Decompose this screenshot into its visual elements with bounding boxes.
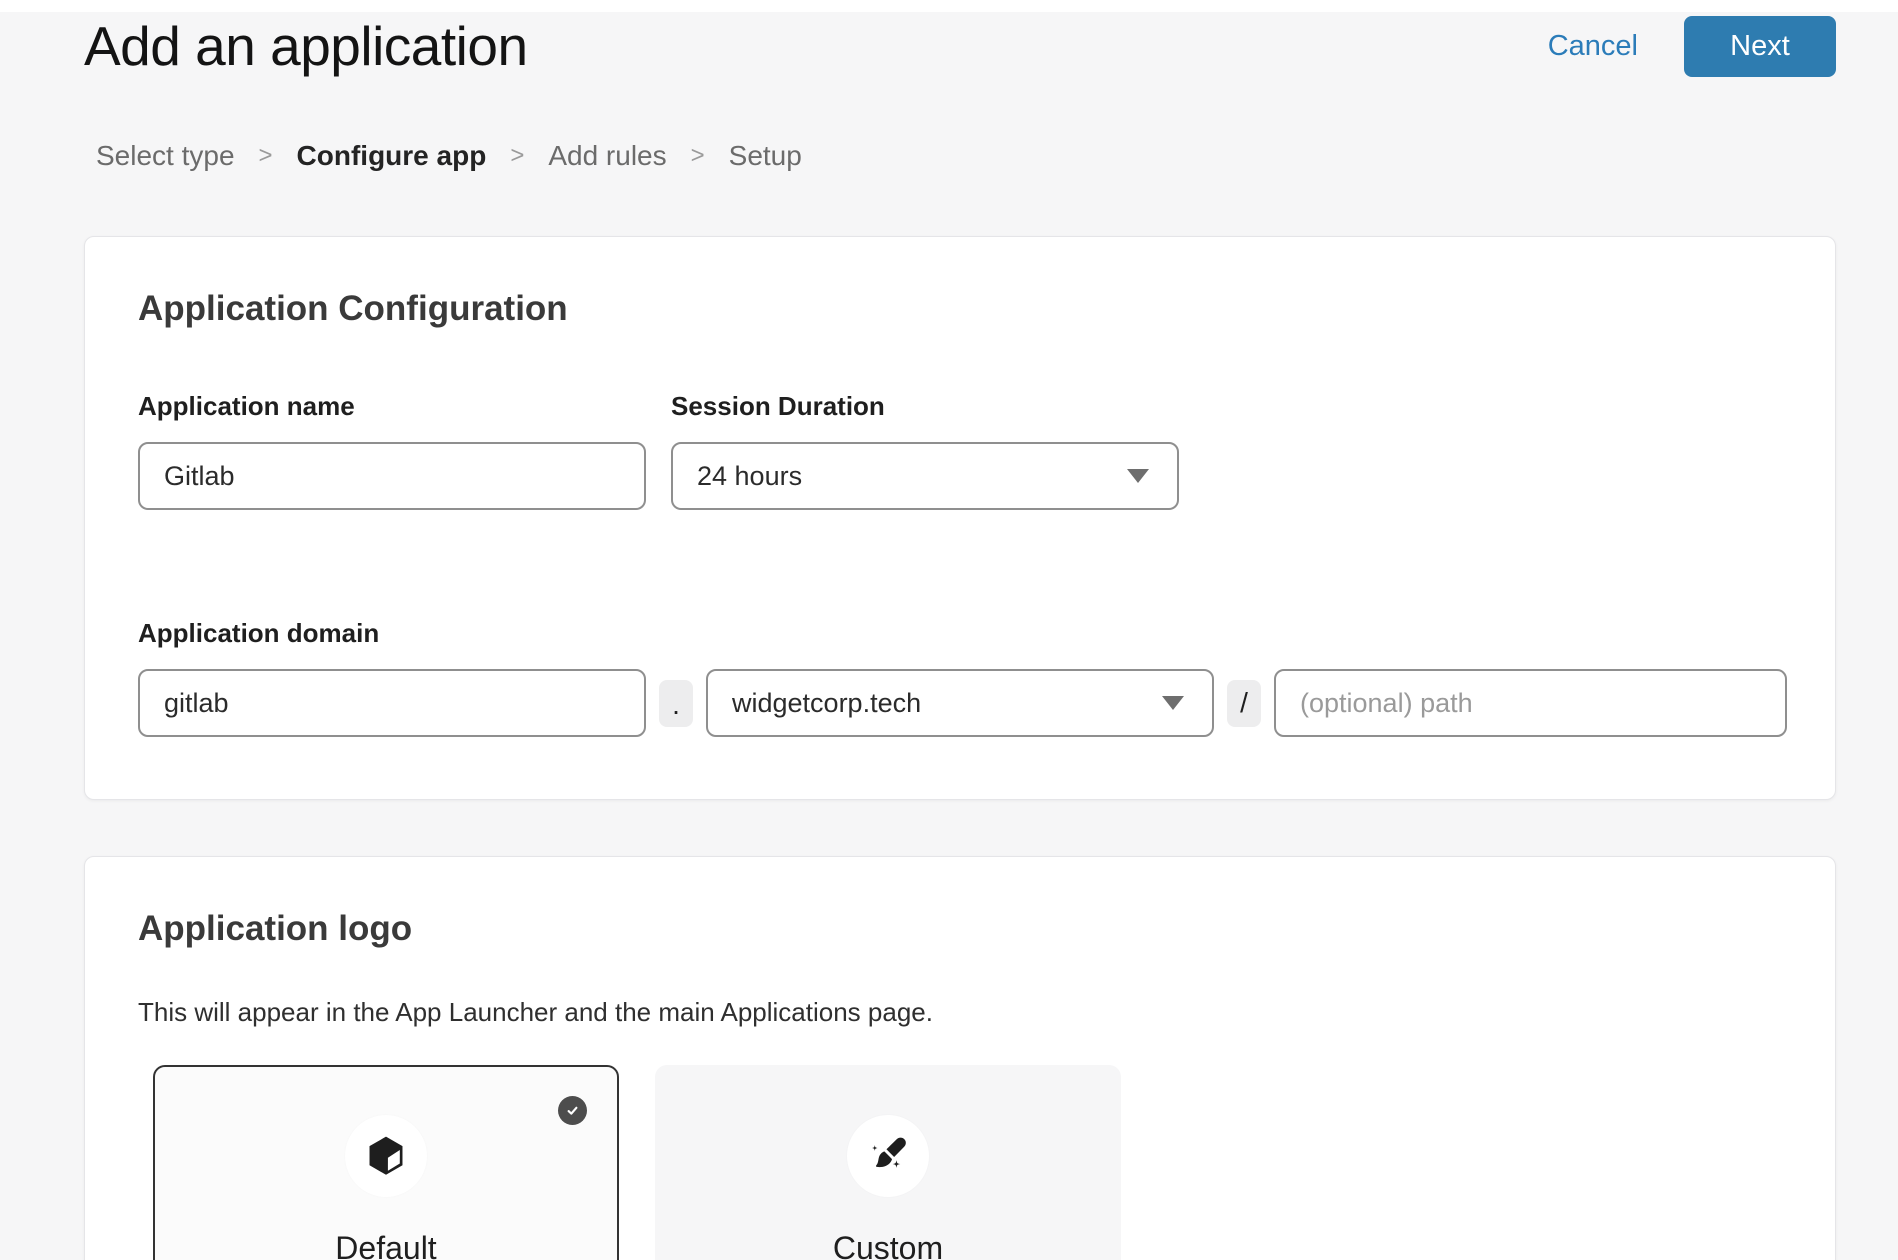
configuration-card-title: Application Configuration: [138, 289, 1787, 329]
breadcrumb: Select type > Configure app > Add rules …: [96, 140, 1836, 172]
application-name-input[interactable]: [138, 442, 646, 510]
cancel-button[interactable]: Cancel: [1548, 30, 1638, 63]
header-actions: Cancel Next: [1548, 16, 1836, 77]
default-logo-circle: [345, 1115, 427, 1197]
breadcrumb-step-select-type[interactable]: Select type: [96, 140, 235, 172]
application-domain-label: Application domain: [138, 618, 1787, 649]
application-name-label: Application name: [138, 391, 646, 422]
logo-option-default[interactable]: Default: [153, 1065, 619, 1260]
add-application-page: Add an application Cancel Next Select ty…: [84, 14, 1836, 1260]
application-domain-field-group: Application domain . widgetcorp.tech /: [138, 618, 1787, 737]
breadcrumb-separator: >: [259, 142, 273, 170]
logo-option-label: Custom: [833, 1230, 943, 1260]
page-header: Add an application Cancel Next: [84, 14, 1836, 78]
logo-option-label: Default: [335, 1230, 436, 1260]
session-duration-select[interactable]: 24 hours: [671, 442, 1179, 510]
logo-card-title: Application logo: [138, 909, 1787, 949]
cube-icon: [363, 1133, 409, 1179]
domain-select[interactable]: widgetcorp.tech: [706, 669, 1214, 737]
path-input[interactable]: [1274, 669, 1787, 737]
logo-card-description: This will appear in the App Launcher and…: [138, 997, 1787, 1028]
chevron-down-icon: [1162, 696, 1184, 710]
subdomain-input[interactable]: [138, 669, 646, 737]
breadcrumb-step-add-rules[interactable]: Add rules: [548, 140, 666, 172]
custom-logo-circle: [847, 1115, 929, 1197]
session-duration-label: Session Duration: [671, 391, 1179, 422]
check-icon: [564, 1102, 581, 1119]
breadcrumb-step-setup[interactable]: Setup: [729, 140, 802, 172]
session-duration-value: 24 hours: [697, 461, 802, 492]
selected-check-badge: [558, 1096, 587, 1125]
chevron-down-icon: [1127, 469, 1149, 483]
domain-select-value: widgetcorp.tech: [732, 688, 921, 719]
logo-option-custom[interactable]: Custom: [655, 1065, 1121, 1260]
paintbrush-icon: [865, 1133, 911, 1179]
domain-slash-separator: /: [1227, 680, 1261, 727]
application-configuration-card: Application Configuration Application na…: [84, 236, 1836, 800]
breadcrumb-separator: >: [691, 142, 705, 170]
window-top-strip: [0, 0, 1898, 12]
page-title: Add an application: [84, 14, 528, 78]
logo-option-tiles: Default Custom: [153, 1065, 1787, 1260]
session-duration-field-group: Session Duration 24 hours: [671, 391, 1179, 510]
breadcrumb-separator: >: [510, 142, 524, 170]
application-name-field-group: Application name: [138, 391, 646, 510]
next-button[interactable]: Next: [1684, 16, 1836, 77]
application-logo-card: Application logo This will appear in the…: [84, 856, 1836, 1260]
domain-dot-separator: .: [659, 680, 693, 727]
breadcrumb-step-configure-app[interactable]: Configure app: [297, 140, 487, 172]
name-duration-row: Application name Session Duration 24 hou…: [138, 391, 1787, 510]
application-domain-row: . widgetcorp.tech /: [138, 669, 1787, 737]
